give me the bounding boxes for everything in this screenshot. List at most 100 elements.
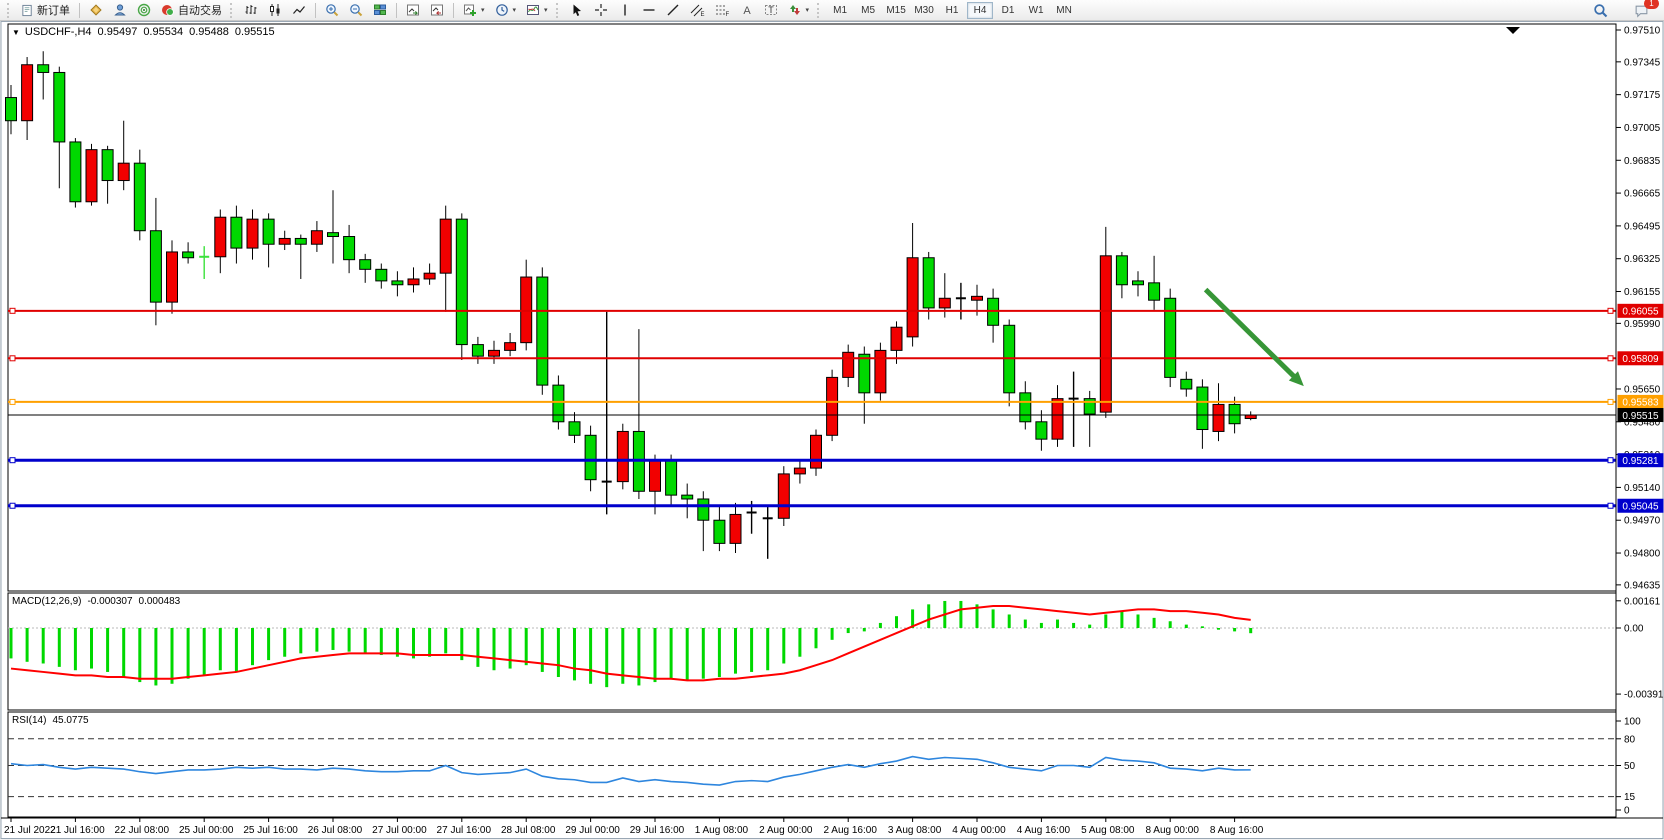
bullish-candle — [279, 238, 290, 244]
price-tick-label: 0.97345 — [1624, 57, 1661, 68]
notification-badge: 1 — [1644, 0, 1659, 9]
bullish-candle — [1100, 256, 1111, 412]
timeframe-h4-button[interactable]: H4 — [967, 2, 993, 19]
zoom-out-button[interactable] — [345, 1, 367, 20]
rsi-panel[interactable] — [8, 712, 1616, 817]
trading-chart[interactable]: 0.975100.973450.971750.970050.968350.966… — [0, 21, 1664, 840]
text-button[interactable]: A — [736, 1, 758, 20]
line-handle[interactable] — [10, 356, 15, 361]
timeframe-m1-button[interactable]: M1 — [827, 2, 853, 19]
bar-chart-button[interactable] — [240, 1, 262, 20]
cursor-icon — [570, 3, 584, 17]
bullish-candle — [489, 350, 500, 356]
chart-shift-button[interactable] — [426, 1, 448, 20]
line-chart-button[interactable] — [288, 1, 310, 20]
toolbar-right-group: 1 — [1588, 0, 1654, 21]
bearish-candle — [1036, 422, 1047, 439]
ohlc-low: 0.95488 — [189, 26, 229, 38]
periods-button[interactable]: ▾ — [491, 1, 521, 20]
price-tick-label: 0.94800 — [1624, 549, 1661, 560]
templates-button[interactable]: ▾ — [522, 1, 552, 20]
community-button[interactable] — [109, 1, 131, 20]
zoom-in-button[interactable] — [321, 1, 343, 20]
bearish-candle — [1116, 256, 1127, 285]
time-tick-label: 27 Jul 00:00 — [372, 825, 427, 836]
bearish-candle — [666, 460, 677, 495]
notifications-button[interactable]: 1 — [1630, 1, 1653, 20]
gold-seal-button[interactable] — [85, 1, 107, 20]
bearish-candle — [1133, 281, 1144, 285]
bearish-candle — [38, 65, 49, 73]
bearish-candle — [1229, 404, 1240, 423]
bullish-candle — [86, 150, 97, 202]
fibonacci-button[interactable]: F — [711, 1, 734, 20]
macd-main-value: -0.000307 — [87, 596, 132, 607]
equidistant-channel-button[interactable]: E — [686, 1, 709, 20]
tile-windows-button[interactable] — [369, 1, 391, 20]
autotrade-button[interactable]: 自动交易 — [157, 1, 226, 20]
rsi-indicator-label: RSI(14)45.0775 — [12, 715, 89, 726]
signals-icon — [137, 3, 151, 17]
ohlc-close: 0.95515 — [235, 26, 275, 38]
timeframe-w1-button[interactable]: W1 — [1023, 2, 1049, 19]
arrows-button[interactable]: ▾ — [784, 1, 814, 20]
bearish-candle — [263, 219, 274, 244]
timeframe-d1-button[interactable]: D1 — [995, 2, 1021, 19]
bearish-candle — [183, 252, 194, 258]
price-tick-label: 0.97510 — [1624, 26, 1661, 37]
text-label-button[interactable]: T — [760, 1, 782, 20]
bullish-candle — [617, 431, 628, 481]
bearish-candle — [54, 72, 65, 141]
time-tick-label: 25 Jul 16:00 — [243, 825, 298, 836]
trendline-icon — [666, 3, 680, 17]
bearish-candle — [714, 520, 725, 543]
community-icon — [113, 3, 127, 17]
candlestick-chart-button[interactable] — [264, 1, 286, 20]
line-handle[interactable] — [1608, 503, 1613, 508]
bearish-candle — [585, 435, 596, 479]
dropdown-caret: ▾ — [513, 6, 517, 14]
line-handle[interactable] — [10, 399, 15, 404]
bullish-candle — [650, 460, 661, 491]
chart-symbol: USDCHF-,H4 — [25, 26, 92, 38]
timeframe-m5-button[interactable]: M5 — [855, 2, 881, 19]
bearish-candle — [537, 277, 548, 385]
timeframe-mn-button[interactable]: MN — [1051, 2, 1077, 19]
price-tick-label: 0.94970 — [1624, 516, 1661, 527]
line-handle[interactable] — [10, 458, 15, 463]
price-tick-label: 0.95140 — [1624, 483, 1661, 494]
line-chart-icon — [292, 3, 306, 17]
time-tick-label: 27 Jul 16:00 — [437, 825, 492, 836]
line-handle[interactable] — [1608, 308, 1613, 313]
text-label-icon: T — [764, 3, 778, 17]
line-handle[interactable] — [1608, 458, 1613, 463]
trendline-button[interactable] — [662, 1, 684, 20]
gold-seal-icon — [89, 3, 103, 17]
new-order-button[interactable]: 新订单 — [17, 1, 74, 20]
line-handle[interactable] — [1608, 399, 1613, 404]
macd-panel[interactable] — [8, 593, 1616, 710]
new-order-icon — [21, 4, 34, 17]
bullish-candle — [827, 377, 838, 435]
crosshair-button[interactable] — [590, 1, 612, 20]
bearish-candle — [553, 385, 564, 422]
auto-scroll-button[interactable] — [402, 1, 424, 20]
cursor-button[interactable] — [566, 1, 588, 20]
timeframe-h1-button[interactable]: H1 — [939, 2, 965, 19]
vertical-line-button[interactable] — [614, 1, 636, 20]
line-handle[interactable] — [1608, 356, 1613, 361]
timeframe-m30-button[interactable]: M30 — [911, 2, 937, 19]
search-button[interactable] — [1589, 1, 1612, 20]
price-badge-0.95583: 0.95583 — [1618, 395, 1664, 409]
horizontal-line-button[interactable] — [638, 1, 660, 20]
chart-dropdown-icon[interactable]: ▼ — [12, 28, 20, 37]
indicators-add-button[interactable]: ▾ — [459, 1, 489, 20]
bearish-candle — [328, 233, 339, 237]
line-handle[interactable] — [10, 503, 15, 508]
timeframe-m15-button[interactable]: M15 — [883, 2, 909, 19]
vertical-line-icon — [618, 3, 632, 17]
line-handle[interactable] — [10, 308, 15, 313]
bearish-candle — [1020, 393, 1031, 422]
time-tick-label: 4 Aug 00:00 — [952, 825, 1006, 836]
signals-button[interactable] — [133, 1, 155, 20]
